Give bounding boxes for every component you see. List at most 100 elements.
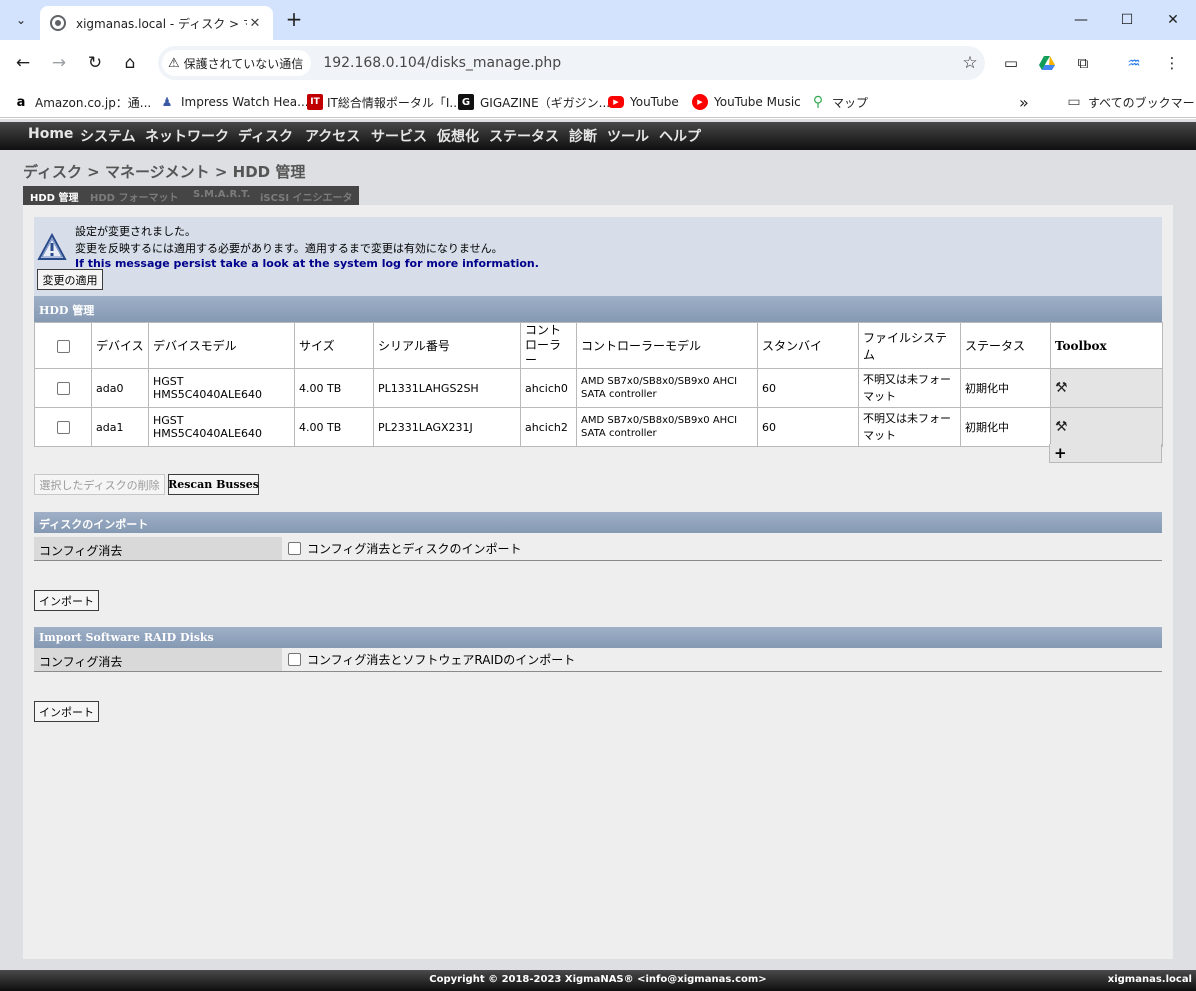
webui-page: Home システム ネットワーク ディスク アクセス サービス 仮想化 ステータ… [0,119,1196,991]
bookmark-itmedia[interactable]: IT IT総合情報ポータル「I... [307,93,461,111]
col-size: サイズ [294,322,374,369]
import-disks-row: コンフィグ消去 コンフィグ消去とディスクのインポート [34,537,1162,561]
import-raid-label: コンフィグ消去 [34,648,282,671]
tab-hdd-management[interactable]: HDD 管理 [30,189,78,204]
tab-hdd-format[interactable]: HDD フォーマット [90,189,178,204]
cell-model: HGST HMS5C4040ALE640 [148,368,295,408]
url-text[interactable]: 192.168.0.104/disks_manage.php [323,55,955,71]
select-all-checkbox[interactable] [56,339,70,353]
col-controller-model: コントローラーモデル [576,322,758,369]
rescan-busses-button[interactable]: Rescan Busses [168,474,259,495]
site-favicon-icon [50,15,66,31]
extensions-puzzle-icon[interactable]: ⧉ [1071,51,1095,75]
clear-config-import-raid-checkbox[interactable] [288,653,301,666]
message-line-2: 変更を反映するには適用する必要があります。適用するまで変更は有効になりません。 [75,242,503,255]
bookmark-label: YouTube [630,95,679,109]
bookmark-impress[interactable]: ♟ Impress Watch Hea... [159,93,309,111]
edit-tools-icon[interactable]: ⚒ [1055,419,1068,435]
new-tab-icon[interactable]: + [282,8,306,32]
menu-kebab-icon[interactable]: ⋮ [1160,51,1184,75]
import-raid-button[interactable]: インポート [34,701,99,722]
row-select-cell [34,368,92,408]
row-checkbox[interactable] [56,420,70,434]
more-bookmarks-icon[interactable]: » [1019,93,1029,112]
select-all-cell [34,322,92,369]
edit-tools-icon[interactable]: ⚒ [1055,380,1068,396]
col-serial: シリアル番号 [373,322,521,369]
footer-hostname: xigmanas.local [1107,974,1192,985]
cell-size: 4.00 TB [294,368,374,408]
cell-filesystem: 不明又は未フォーマット [858,407,961,447]
nav-diagnostics[interactable]: 診断 [569,126,597,146]
col-device: デバイス [91,322,149,369]
cell-toolbox: ⚒ [1050,407,1163,447]
window-close-icon[interactable]: ✕ [1150,0,1196,40]
bookmark-maps[interactable]: ⚲ マップ [810,93,868,111]
table-header-row: デバイス デバイスモデル サイズ シリアル番号 コントローラー コントローラーモ… [34,322,1163,369]
tab-iscsi-initiator[interactable]: iSCSI イニシエータ [260,189,353,204]
bookmarks-bar: a Amazon.co.jp：通... ♟ Impress Watch Hea.… [0,86,1196,118]
import-raid-row: コンフィグ消去 コンフィグ消去とソフトウェアRAIDのインポート [34,648,1162,672]
itmedia-icon: IT [307,94,323,110]
nav-disks[interactable]: ディスク [238,126,293,146]
bookmark-label: IT総合情報ポータル「I... [327,95,461,110]
nav-access[interactable]: アクセス [305,126,360,146]
address-bar[interactable]: ⚠ 保護されていない通信 192.168.0.104/disks_manage.… [158,46,985,80]
import-raid-header: Import Software RAID Disks [34,627,1162,648]
bookmark-star-icon[interactable]: ☆ [955,53,985,73]
browser-tab[interactable]: xigmanas.local - ディスク > マネー ✕ [40,6,273,40]
all-bookmarks[interactable]: ▭ すべてのブックマーク [1066,93,1196,111]
import-disks-button[interactable]: インポート [34,590,99,611]
minimize-icon[interactable]: — [1058,0,1104,40]
google-drive-icon[interactable] [1035,51,1059,75]
reload-icon[interactable]: ↻ [81,49,109,77]
all-bookmarks-label: すべてのブックマーク [1088,95,1196,110]
cell-controller-model: AMD SB7x0/SB8x0/SB9x0 AHCI SATA controll… [576,407,758,447]
cell-controller: ahcich0 [520,368,577,408]
security-chip[interactable]: ⚠ 保護されていない通信 [162,50,312,76]
cell-standby: 60 [757,407,859,447]
bookmark-label: YouTube Music [714,95,801,109]
breadcrumb: ディスク > マネージメント > HDD 管理 [23,163,306,181]
cell-serial: PL2331LAGX231J [373,407,521,447]
table-row: ada1 HGST HMS5C4040ALE640 4.00 TB PL2331… [34,407,1163,447]
row-checkbox[interactable] [56,381,70,395]
cell-size: 4.00 TB [294,407,374,447]
nav-home[interactable]: Home [28,126,73,142]
tab-search-chevron-icon[interactable]: ⌄ [8,7,34,33]
forward-arrow-icon[interactable]: → [45,49,73,77]
nav-services[interactable]: サービス [371,126,427,146]
add-plus-icon[interactable]: + [1054,444,1067,462]
nav-virtualization[interactable]: 仮想化 [437,126,479,146]
cast-icon[interactable]: ▭ [999,51,1023,75]
bookmark-youtube-music[interactable]: ▶ YouTube Music [692,93,801,111]
cell-device: ada0 [91,368,149,408]
apply-changes-button[interactable]: 変更の適用 [37,269,103,290]
tab-close-icon[interactable]: ✕ [247,16,263,31]
bookmark-amazon[interactable]: a Amazon.co.jp：通... [13,93,152,111]
bookmark-youtube[interactable]: ▶ YouTube [608,93,679,111]
browser-toolbar: ← → ↻ ⌂ ⚠ 保護されていない通信 192.168.0.104/disks… [0,40,1196,86]
nav-system[interactable]: システム [80,126,136,146]
cell-model: HGST HMS5C4040ALE640 [148,407,295,447]
back-arrow-icon[interactable]: ← [9,49,37,77]
cell-status: 初期化中 [960,368,1051,408]
clear-config-import-disks-checkbox[interactable] [288,542,301,555]
import-disks-header: ディスクのインポート [34,512,1162,533]
table-row: ada0 HGST HMS5C4040ALE640 4.00 TB PL1331… [34,368,1163,408]
copyright-text: Copyright © 2018-2023 XigmaNAS® <info@xi… [429,974,767,985]
nav-status[interactable]: ステータス [489,126,559,146]
bookmark-gigazine[interactable]: G GIGAZINE（ギガジン... [458,93,610,111]
tab-smart[interactable]: S.M.A.R.T. [193,189,250,200]
content-panel: 設定が変更されました。 変更を反映するには適用する必要があります。適用するまで変… [23,205,1173,959]
nav-help[interactable]: ヘルプ [659,126,701,146]
bookmark-label: GIGAZINE（ギガジン... [480,95,611,110]
hdd-table: デバイス デバイスモデル サイズ シリアル番号 コントローラー コントローラーモ… [34,322,1163,447]
dolphin-extension-icon[interactable]: ♒ [1122,51,1146,75]
nav-tools[interactable]: ツール [607,126,649,146]
delete-selected-disks-button[interactable]: 選択したディスクの削除 [34,474,165,495]
maximize-icon[interactable]: ☐ [1104,0,1150,40]
impress-icon: ♟ [161,95,173,109]
home-icon[interactable]: ⌂ [116,49,144,77]
nav-network[interactable]: ネットワーク [145,126,229,146]
